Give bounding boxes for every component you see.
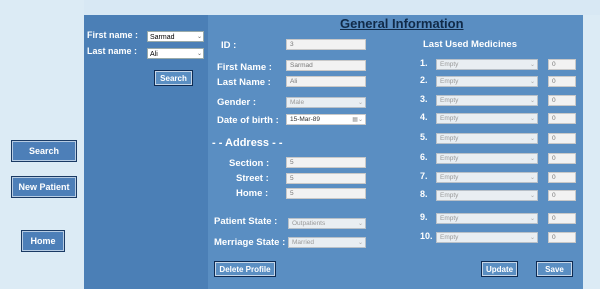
dob-picker[interactable]: 15-Mar-89 ▦⌄ — [286, 114, 366, 125]
address-heading: - - Address - - — [212, 137, 283, 149]
last-name-search-select[interactable]: Ali ⌄ — [147, 48, 204, 59]
dob-value: 15-Mar-89 — [290, 116, 320, 123]
medicine-quantity-field[interactable]: 0 — [548, 133, 576, 144]
chevron-down-icon: ⌄ — [529, 79, 535, 85]
medicine-number: 7. — [420, 171, 428, 181]
chevron-down-icon: ⌄ — [196, 34, 202, 40]
medicine-name: Empty — [440, 155, 459, 162]
medicine-quantity-field[interactable]: 0 — [548, 190, 576, 201]
medicine-name: Empty — [440, 135, 459, 142]
last-name-search-label: Last name : — [87, 46, 138, 56]
medicine-number: 5. — [420, 132, 428, 142]
last-name-field[interactable]: Ali — [286, 76, 366, 87]
patient-state-value: Outpatients — [292, 220, 326, 227]
medicine-name: Empty — [440, 78, 459, 85]
medicine-quantity-field[interactable]: 0 — [548, 172, 576, 183]
medicines-heading: Last Used Medicines — [423, 39, 517, 50]
chevron-down-icon: ⌄ — [357, 221, 363, 227]
dob-label: Date of birth : — [217, 115, 279, 126]
save-button[interactable]: Save — [536, 261, 573, 277]
medicine-number: 9. — [420, 212, 428, 222]
medicine-select[interactable]: Empty ⌄ — [436, 213, 538, 224]
medicine-quantity-field[interactable]: 0 — [548, 232, 576, 243]
id-label: ID : — [221, 40, 237, 51]
medicine-number: 1. — [420, 58, 428, 68]
medicine-name: Empty — [440, 115, 459, 122]
medicine-quantity-field[interactable]: 0 — [548, 59, 576, 70]
medicine-select[interactable]: Empty ⌄ — [436, 59, 538, 70]
medicine-name: Empty — [440, 215, 459, 222]
last-name-search-value: Ali — [150, 51, 158, 58]
chevron-down-icon: ⌄ — [529, 235, 535, 241]
page-title: General Information — [340, 16, 464, 31]
nav-new-patient-button[interactable]: New Patient — [11, 176, 77, 198]
chevron-down-icon: ⌄ — [196, 51, 202, 57]
patient-state-label: Patient State : — [214, 216, 278, 227]
chevron-down-icon: ⌄ — [529, 98, 535, 104]
medicine-name: Empty — [440, 234, 459, 241]
first-name-search-select[interactable]: Sarmad ⌄ — [147, 31, 204, 42]
merriage-state-select[interactable]: Married ⌄ — [288, 237, 366, 248]
medicine-quantity-field[interactable]: 0 — [548, 76, 576, 87]
general-information-panel: General Information ID : 3 First Name : … — [208, 15, 583, 289]
gender-select[interactable]: Male ⌄ — [286, 97, 366, 108]
medicine-number: 8. — [420, 189, 428, 199]
medicine-quantity-field[interactable]: 0 — [548, 213, 576, 224]
medicine-name: Empty — [440, 61, 459, 68]
nav-search-button[interactable]: Search — [11, 140, 77, 162]
medicine-select[interactable]: Empty ⌄ — [436, 95, 538, 106]
merriage-state-value: Married — [292, 239, 315, 246]
medicine-name: Empty — [440, 174, 459, 181]
id-field[interactable]: 3 — [286, 39, 366, 50]
chevron-down-icon: ⌄ — [529, 216, 535, 222]
home-label: Home : — [236, 188, 269, 199]
first-name-search-value: Sarmad — [150, 34, 175, 41]
medicine-name: Empty — [440, 192, 459, 199]
chevron-down-icon: ⌄ — [529, 62, 535, 68]
first-name-search-label: First name : — [87, 30, 139, 40]
medicine-name: Empty — [440, 97, 459, 104]
gender-label: Gender : — [217, 97, 257, 108]
update-button[interactable]: Update — [481, 261, 518, 277]
medicine-number: 3. — [420, 94, 428, 104]
chevron-down-icon: ⌄ — [357, 240, 363, 246]
calendar-icon[interactable]: ▦⌄ — [352, 115, 363, 125]
medicine-select[interactable]: Empty ⌄ — [436, 76, 538, 87]
nav-home-button[interactable]: Home — [21, 230, 65, 252]
gender-value: Male — [290, 99, 305, 106]
medicine-number: 2. — [420, 75, 428, 85]
chevron-down-icon: ⌄ — [529, 156, 535, 162]
search-panel: First name : Sarmad ⌄ Last name : Ali ⌄ … — [84, 15, 208, 289]
medicine-select[interactable]: Empty ⌄ — [436, 113, 538, 124]
chevron-down-icon: ⌄ — [529, 175, 535, 181]
medicine-select[interactable]: Empty ⌄ — [436, 153, 538, 164]
medicine-quantity-field[interactable]: 0 — [548, 95, 576, 106]
medicine-select[interactable]: Empty ⌄ — [436, 172, 538, 183]
medicine-select[interactable]: Empty ⌄ — [436, 190, 538, 201]
medicine-quantity-field[interactable]: 0 — [548, 153, 576, 164]
section-field[interactable]: 5 — [286, 157, 366, 168]
medicine-number: 6. — [420, 152, 428, 162]
medicine-select[interactable]: Empty ⌄ — [436, 133, 538, 144]
first-name-label: First Name : — [217, 62, 272, 73]
search-button[interactable]: Search — [154, 70, 193, 86]
chevron-down-icon: ⌄ — [357, 100, 363, 106]
street-field[interactable]: 5 — [286, 173, 366, 184]
right-margin — [583, 15, 600, 289]
medicine-select[interactable]: Empty ⌄ — [436, 232, 538, 243]
home-field[interactable]: 5 — [286, 188, 366, 199]
first-name-field[interactable]: Sarmad — [286, 60, 366, 71]
last-name-label: Last Name : — [217, 77, 271, 88]
delete-profile-button[interactable]: Delete Profile — [214, 261, 276, 277]
patient-state-select[interactable]: Outpatients ⌄ — [288, 218, 366, 229]
chevron-down-icon: ⌄ — [529, 136, 535, 142]
chevron-down-icon: ⌄ — [529, 193, 535, 199]
chevron-down-icon: ⌄ — [529, 116, 535, 122]
street-label: Street : — [236, 173, 269, 184]
section-label: Section : — [229, 158, 270, 169]
medicine-number: 10. — [420, 231, 433, 241]
merriage-state-label: Merriage State : — [214, 237, 286, 248]
medicine-number: 4. — [420, 112, 428, 122]
medicine-quantity-field[interactable]: 0 — [548, 113, 576, 124]
